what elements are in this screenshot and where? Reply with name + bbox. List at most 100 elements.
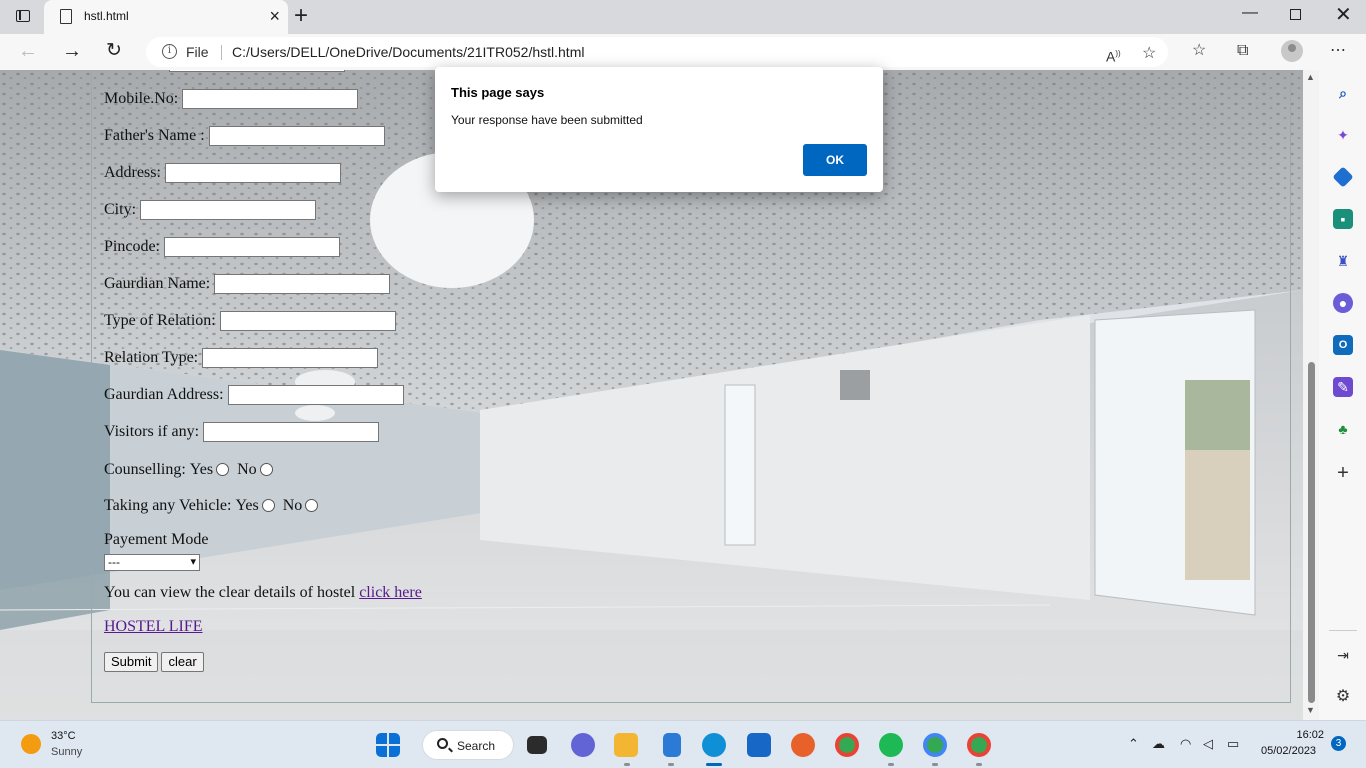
field-row-guardian-address: Gaurdian Address:	[104, 385, 404, 407]
scroll-down-icon[interactable]: ▼	[1306, 705, 1315, 715]
counselling-no-radio[interactable]	[259, 462, 273, 476]
field-row-mobile: Mobile.No:	[104, 89, 359, 111]
clock-time[interactable]: 16:02	[1288, 729, 1324, 741]
details-link[interactable]: click here	[359, 583, 422, 603]
vehicle-no-radio[interactable]	[305, 498, 319, 512]
vehicle-label: Taking any Vehicle:	[104, 497, 232, 514]
show-hidden-icons-icon[interactable]: ⌃	[1128, 736, 1139, 752]
mobile-input[interactable]	[182, 89, 359, 109]
onedrive-cloud-icon[interactable]: ☁	[1152, 736, 1165, 752]
settings-gear-icon[interactable]: ⚙	[1333, 687, 1353, 707]
details-text: You can view the clear details of hostel	[104, 584, 356, 601]
clear-button[interactable]: clear	[161, 652, 204, 672]
field-label: Father's Name :	[104, 127, 205, 144]
scrollbar-thumb[interactable]	[1308, 362, 1315, 703]
new-tab-icon[interactable]: +	[294, 3, 308, 29]
guardian-address-input[interactable]	[227, 385, 404, 405]
profile-avatar[interactable]	[1281, 40, 1303, 62]
sun-icon[interactable]	[21, 734, 41, 754]
teams-chat-icon[interactable]	[571, 733, 595, 757]
counselling-yes-radio[interactable]	[216, 462, 230, 476]
favorites-icon[interactable]: ☆	[1192, 41, 1206, 61]
details-row: You can view the clear details of hostel…	[104, 583, 422, 605]
visitors-input[interactable]	[203, 422, 380, 442]
counselling-row: Counselling: Yes No	[104, 460, 277, 482]
page-scrollbar[interactable]: ▲ ▼	[1303, 70, 1319, 720]
copilot-icon[interactable]: ✦	[1333, 125, 1353, 145]
taskbar-search[interactable]: Search	[422, 730, 514, 760]
hostel-link-row: HOSTEL LIFE	[104, 617, 203, 639]
spotify-icon[interactable]	[879, 733, 903, 757]
tools-icon[interactable]: ▪	[1333, 209, 1353, 229]
weather-description[interactable]: Sunny	[51, 746, 82, 758]
vehicle-yes-radio[interactable]	[261, 498, 275, 512]
chrome-icon[interactable]	[835, 733, 859, 757]
firefox-icon[interactable]	[791, 733, 815, 757]
submit-button[interactable]: Submit	[104, 652, 159, 672]
field-label: City:	[104, 201, 137, 218]
chrome-profile-icon[interactable]	[967, 733, 991, 757]
info-icon[interactable]: i	[162, 44, 177, 59]
tree-icon[interactable]: ♣	[1333, 419, 1353, 439]
field-row-address: Address:	[104, 163, 341, 185]
hostel-life-link[interactable]: HOSTEL LIFE	[104, 617, 203, 637]
pincode-input[interactable]	[164, 237, 340, 257]
tab-close-icon[interactable]: ×	[269, 6, 280, 26]
field-row-city: City:	[104, 200, 317, 222]
counselling-yes-label: Yes	[189, 461, 214, 478]
weather-temperature[interactable]: 33°C	[51, 730, 76, 742]
relation-type-input[interactable]	[202, 348, 379, 368]
hide-sidebar-icon[interactable]: ⇥	[1333, 645, 1353, 665]
father-name-input[interactable]	[208, 126, 385, 146]
games-icon[interactable]: ♜	[1333, 251, 1353, 271]
notification-badge[interactable]: 3	[1331, 736, 1346, 751]
dialog-message: Your response have been submitted	[451, 113, 643, 127]
clock-date[interactable]: 05/02/2023	[1261, 745, 1316, 757]
vehicle-row: Taking any Vehicle: Yes No	[104, 496, 322, 518]
wifi-icon[interactable]: ◠	[1180, 736, 1191, 752]
add-favorite-icon[interactable]: ☆	[1142, 44, 1156, 64]
task-view-icon[interactable]	[527, 736, 547, 754]
volume-icon[interactable]: ◁	[1203, 736, 1213, 752]
notepad-icon[interactable]	[663, 733, 681, 757]
add-sidebar-icon[interactable]: +	[1333, 463, 1353, 483]
previous-field-input[interactable]	[169, 70, 345, 72]
reload-icon[interactable]: ↻	[106, 38, 122, 64]
url-text[interactable]: C:/Users/DELL/OneDrive/Documents/21ITR05…	[232, 44, 584, 60]
chrome-profile-icon[interactable]	[923, 733, 947, 757]
running-indicator	[624, 763, 630, 766]
search-icon[interactable]: ⌕	[1333, 83, 1353, 103]
city-input[interactable]	[140, 200, 317, 220]
shopping-tag-icon[interactable]	[1332, 166, 1354, 188]
collections-icon[interactable]: ⧉	[1237, 41, 1248, 61]
counselling-label: Counselling:	[104, 461, 186, 478]
tab-actions-icon[interactable]	[12, 7, 34, 27]
payment-mode-select[interactable]: ---	[104, 554, 200, 571]
type-of-relation-input[interactable]	[219, 311, 396, 331]
window-close-icon[interactable]: ✕	[1335, 3, 1352, 27]
field-row-type-of-relation: Type of Relation:	[104, 311, 396, 333]
windows-start-icon[interactable]	[376, 733, 400, 757]
minimize-icon[interactable]: —	[1242, 4, 1258, 22]
outlook-icon[interactable]: O	[1333, 335, 1353, 355]
microsoft-store-icon[interactable]	[747, 733, 771, 757]
microsoft-365-icon[interactable]: ●	[1333, 293, 1353, 313]
designer-icon[interactable]: ✎	[1333, 377, 1353, 397]
restore-icon[interactable]	[1290, 9, 1301, 20]
field-label: Type of Relation:	[104, 312, 216, 329]
file-explorer-icon[interactable]	[614, 733, 638, 757]
ok-button[interactable]: OK	[803, 144, 867, 176]
guardian-name-input[interactable]	[214, 274, 391, 294]
tab-active[interactable]: hstl.html ×	[44, 0, 288, 34]
payment-label: Payement Mode	[104, 531, 209, 548]
address-bar[interactable]: i File C:/Users/DELL/OneDrive/Documents/…	[146, 37, 1168, 67]
battery-icon[interactable]: ▭	[1227, 736, 1239, 752]
address-input[interactable]	[164, 163, 341, 183]
read-aloud-icon[interactable]: A))	[1106, 44, 1121, 67]
scroll-up-icon[interactable]: ▲	[1306, 72, 1315, 82]
vehicle-yes-label: Yes	[235, 497, 259, 514]
back-arrow-icon[interactable]: ←	[18, 38, 38, 64]
more-menu-icon[interactable]: ⋯	[1330, 41, 1346, 61]
edge-browser-icon[interactable]	[702, 733, 726, 757]
forward-arrow-icon[interactable]: →	[62, 38, 82, 64]
